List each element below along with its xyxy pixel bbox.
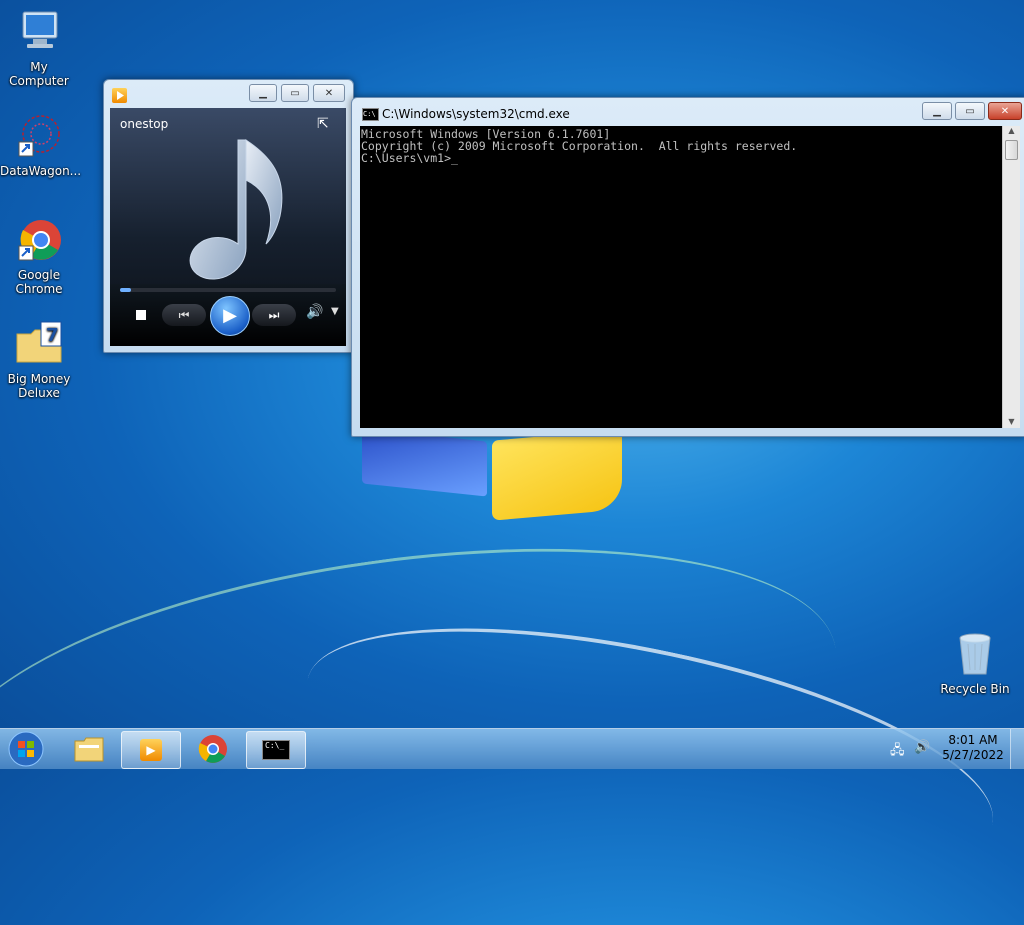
wallpaper-logo-yellow bbox=[492, 429, 622, 521]
media-player-window[interactable]: ▁ ▭ ✕ onestop ⇱ ⏮ ▶ ⏭ 🔊 ▼ bbox=[103, 79, 354, 353]
clock-date: 5/27/2022 bbox=[942, 748, 1004, 762]
wallpaper-logo-blue bbox=[362, 428, 487, 497]
cmd-icon: C:\_ bbox=[262, 740, 290, 760]
media-player-icon: ▶ bbox=[140, 739, 162, 761]
scroll-up-icon[interactable]: ▲ bbox=[1003, 126, 1020, 138]
taskbar-chrome[interactable] bbox=[184, 731, 242, 767]
chrome-icon bbox=[15, 216, 63, 264]
windows-logo-icon bbox=[8, 731, 44, 767]
music-note-icon bbox=[189, 139, 283, 280]
next-button[interactable]: ⏭ bbox=[252, 304, 296, 326]
switch-to-library-icon[interactable]: ⇱ bbox=[317, 116, 329, 132]
minimize-button[interactable]: ▁ bbox=[922, 102, 952, 120]
taskbar-media-player[interactable]: ▶ bbox=[121, 731, 181, 769]
desktop-icon-my-computer[interactable]: My Computer bbox=[0, 8, 78, 88]
datawagon-icon bbox=[15, 112, 63, 160]
computer-icon bbox=[15, 8, 63, 56]
track-title: onestop bbox=[120, 117, 169, 131]
volume-icon[interactable]: 🔊 bbox=[914, 740, 930, 755]
folder-icon bbox=[74, 737, 104, 762]
chrome-icon bbox=[198, 735, 227, 763]
network-icon[interactable]: 🖧 bbox=[890, 741, 905, 763]
vertical-scrollbar[interactable]: ▲ ▼ bbox=[1002, 126, 1020, 428]
desktop-icon-label: Big Money Deluxe bbox=[7, 372, 71, 400]
show-desktop-button[interactable] bbox=[1010, 729, 1024, 769]
window-title: C:\Windows\system32\cmd.exe bbox=[382, 107, 570, 121]
desktop-icon-big-money-deluxe[interactable]: 7 Big Money Deluxe bbox=[0, 320, 78, 400]
desktop-icon-label: My Computer bbox=[9, 60, 69, 88]
start-button[interactable] bbox=[4, 731, 48, 767]
desktop-icon-label: DataWagon... bbox=[0, 164, 82, 178]
desktop-icon-label: Google Chrome bbox=[15, 268, 63, 296]
taskbar-explorer[interactable] bbox=[60, 731, 118, 767]
maximize-button[interactable]: ▭ bbox=[955, 102, 985, 120]
console-prompt: C:\Users\vm1>_ bbox=[361, 151, 458, 165]
clock-time: 8:01 AM bbox=[948, 733, 998, 747]
seek-progress bbox=[120, 288, 131, 292]
stop-button[interactable] bbox=[136, 310, 146, 320]
svg-text:7: 7 bbox=[46, 325, 59, 346]
play-button[interactable]: ▶ bbox=[210, 296, 250, 336]
previous-button[interactable]: ⏮ bbox=[162, 304, 206, 326]
maximize-button[interactable]: ▭ bbox=[281, 84, 309, 102]
console-output[interactable]: Microsoft Windows [Version 6.1.7601] Copy… bbox=[360, 126, 1002, 428]
seek-bar[interactable] bbox=[120, 288, 336, 292]
desktop-icon-label: Recycle Bin bbox=[940, 682, 1010, 696]
scroll-down-icon[interactable]: ▼ bbox=[1003, 417, 1020, 426]
minimize-button[interactable]: ▁ bbox=[249, 84, 277, 102]
volume-dropdown-icon[interactable]: ▼ bbox=[331, 306, 339, 317]
close-button[interactable]: ✕ bbox=[988, 102, 1022, 120]
scroll-thumb[interactable] bbox=[1005, 140, 1018, 160]
taskbar: ▶ C:\_ 🖧 🔊 8:01 AM 5/27/2022 bbox=[0, 728, 1024, 769]
recycle-bin-icon bbox=[951, 630, 999, 678]
taskbar-cmd[interactable]: C:\_ bbox=[246, 731, 306, 769]
desktop-icon-datawagon[interactable]: DataWagon... bbox=[0, 112, 82, 178]
cmd-app-icon: C:\ bbox=[362, 108, 379, 121]
media-player-app-icon bbox=[112, 88, 127, 103]
clock[interactable]: 8:01 AM 5/27/2022 bbox=[942, 733, 1004, 763]
volume-icon[interactable]: 🔊 bbox=[306, 304, 323, 320]
desktop-icon-google-chrome[interactable]: Google Chrome bbox=[0, 216, 78, 296]
folder-icon: 7 bbox=[15, 320, 63, 368]
wallpaper-swoosh bbox=[0, 498, 857, 925]
close-button[interactable]: ✕ bbox=[313, 84, 345, 102]
desktop-icon-recycle-bin[interactable]: Recycle Bin bbox=[936, 630, 1014, 696]
player-controls: ⏮ ▶ ⏭ 🔊 ▼ bbox=[110, 284, 346, 346]
cmd-window[interactable]: C:\ C:\Windows\system32\cmd.exe ▁ ▭ ✕ Mi… bbox=[351, 97, 1024, 437]
